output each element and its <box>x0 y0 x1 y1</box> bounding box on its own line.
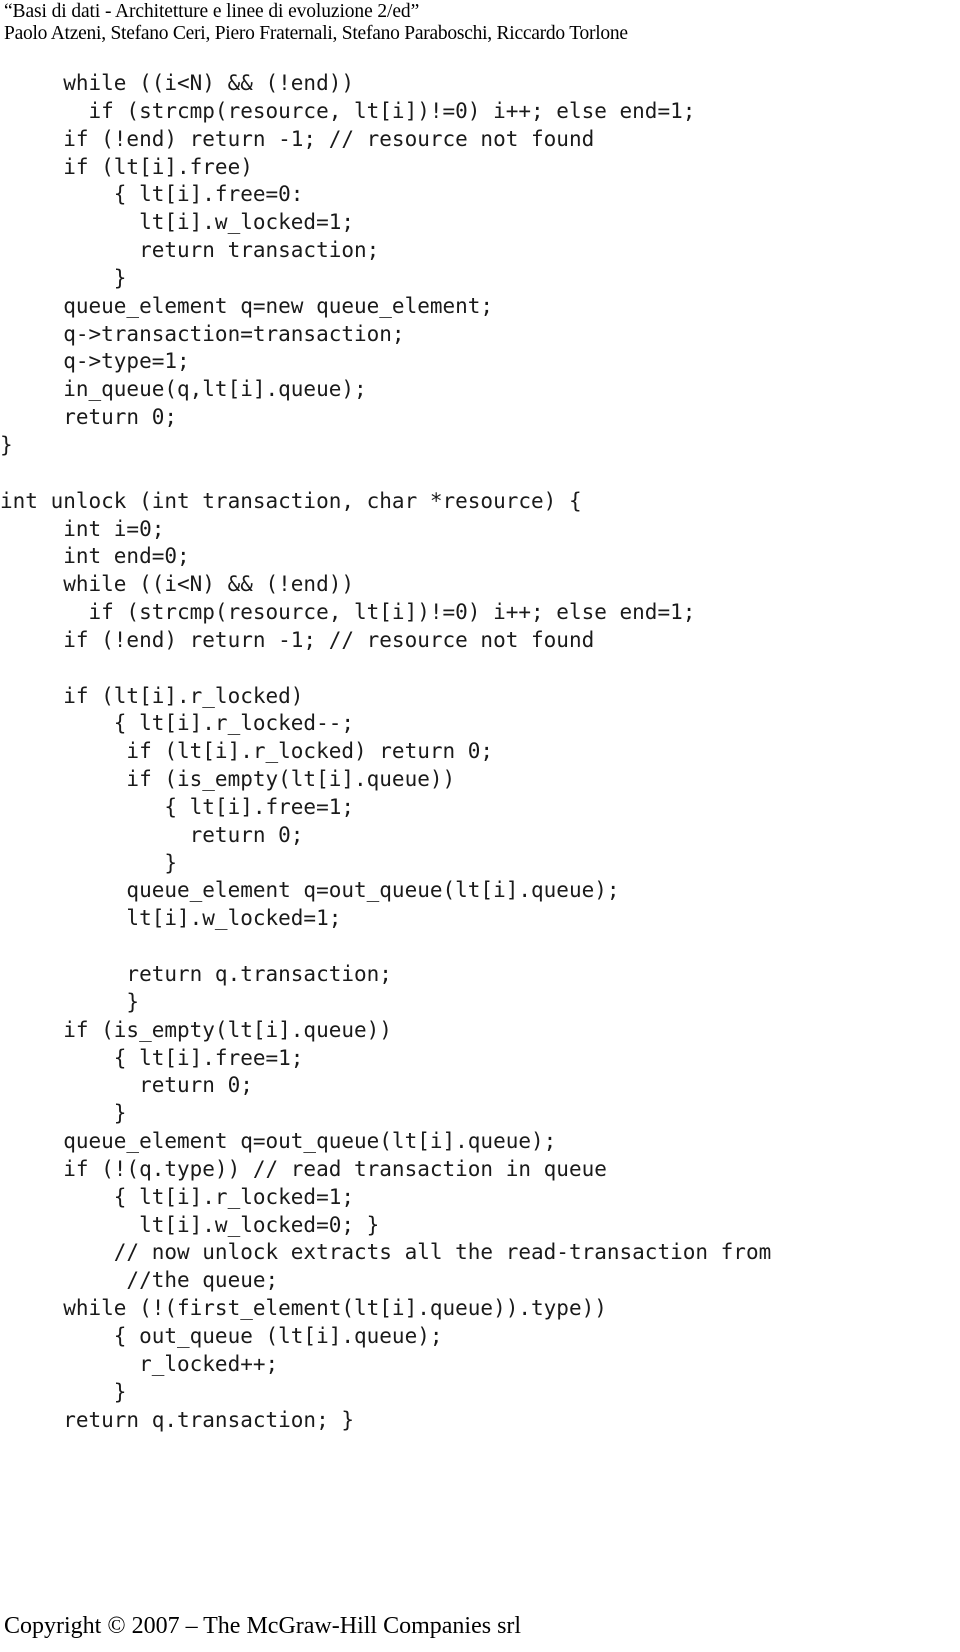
code-line: q->type=1; <box>0 349 190 374</box>
code-line: in_queue(q,lt[i].queue); <box>0 377 367 402</box>
code-line: int end=0; <box>0 544 190 569</box>
code-line: return q.transaction; } <box>0 1407 355 1432</box>
code-line: return 0; <box>0 1073 253 1098</box>
code-line: if (lt[i].free) <box>0 154 253 179</box>
code-line: lt[i].w_locked=1; <box>0 906 342 931</box>
code-line: int unlock (int transaction, char *resou… <box>0 488 582 513</box>
code-line: if (!(q.type)) // read transaction in qu… <box>0 1156 607 1181</box>
code-line: lt[i].w_locked=0; } <box>0 1212 380 1237</box>
code-line: } <box>0 432 13 457</box>
code-line: queue_element q=out_queue(lt[i].queue); <box>0 1129 557 1154</box>
code-line: while ((i<N) && (!end)) <box>0 572 355 597</box>
code-line: while (!(first_element(lt[i].queue)).typ… <box>0 1296 607 1321</box>
code-line: { lt[i].free=1; <box>0 794 355 819</box>
code-line: { lt[i].r_locked=1; <box>0 1184 355 1209</box>
code-block: while ((i<N) && (!end)) if (strcmp(resou… <box>0 70 960 1434</box>
page-footer: Copyright © 2007 – The McGraw-Hill Compa… <box>4 1612 956 1640</box>
code-line: { out_queue (lt[i].queue); <box>0 1323 443 1348</box>
page-header: “Basi di dati - Architetture e linee di … <box>4 0 960 45</box>
code-line: } <box>0 1101 127 1126</box>
code-line: } <box>0 265 127 290</box>
slide-page: “Basi di dati - Architetture e linee di … <box>0 0 960 1652</box>
code-line: { lt[i].free=1; <box>0 1045 304 1070</box>
code-line: if (strcmp(resource, lt[i])!=0) i++; els… <box>0 98 696 123</box>
code-line: // now unlock extracts all the read-tran… <box>0 1240 772 1265</box>
code-line: return 0; <box>0 405 178 430</box>
code-line: lt[i].w_locked=1; <box>0 210 355 235</box>
book-title: “Basi di dati - Architetture e linee di … <box>4 1 420 22</box>
code-line: return 0; <box>0 822 304 847</box>
code-line: //the queue; <box>0 1268 279 1293</box>
code-line: { lt[i].r_locked--; <box>0 711 355 736</box>
code-line: queue_element q=new queue_element; <box>0 293 494 318</box>
code-line: return transaction; <box>0 238 380 263</box>
code-line: if (!end) return -1; // resource not fou… <box>0 126 595 151</box>
code-line: if (is_empty(lt[i].queue)) <box>0 1017 392 1042</box>
code-line: } <box>0 850 178 875</box>
book-authors: Paolo Atzeni, Stefano Ceri, Piero Frater… <box>4 23 628 44</box>
code-line: q->transaction=transaction; <box>0 321 405 346</box>
code-line: if (lt[i].r_locked) <box>0 683 304 708</box>
code-line: } <box>0 989 140 1014</box>
code-line: while ((i<N) && (!end)) <box>0 71 355 95</box>
code-line: if (strcmp(resource, lt[i])!=0) i++; els… <box>0 600 696 625</box>
code-line: if (!end) return -1; // resource not fou… <box>0 627 595 652</box>
code-line: int i=0; <box>0 516 165 541</box>
code-line: queue_element q=out_queue(lt[i].queue); <box>0 878 620 903</box>
code-line: return q.transaction; <box>0 962 392 986</box>
copyright-notice: Copyright © 2007 – The McGraw-Hill Compa… <box>4 1613 522 1639</box>
code-line: { lt[i].free=0: <box>0 182 304 207</box>
code-line: if (lt[i].r_locked) return 0; <box>0 739 494 764</box>
code-line: if (is_empty(lt[i].queue)) <box>0 767 456 792</box>
code-line: r_locked++; <box>0 1351 279 1376</box>
code-line: } <box>0 1379 127 1404</box>
